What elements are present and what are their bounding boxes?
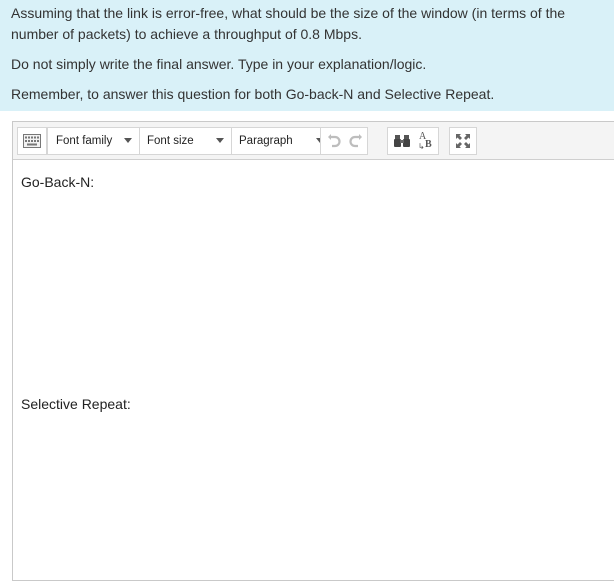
undo-icon xyxy=(328,134,341,148)
find-replace-button[interactable]: A B ↳ xyxy=(414,128,438,154)
history-group xyxy=(320,127,368,155)
question-panel: Assuming that the link is error-free, wh… xyxy=(0,0,614,111)
binoculars-icon xyxy=(394,135,410,147)
chevron-down-icon xyxy=(124,138,132,143)
undo-button[interactable] xyxy=(323,128,345,154)
font-size-dropdown[interactable]: Font size xyxy=(140,128,231,154)
find-button[interactable] xyxy=(390,128,414,154)
reminder-text: Remember, to answer this question for bo… xyxy=(11,86,495,102)
rich-text-editor: Font family Font size Paragraph A B ↳ Go… xyxy=(12,121,614,581)
selective-repeat-label: Selective Repeat: xyxy=(21,396,131,412)
fullscreen-icon xyxy=(454,128,472,154)
question-text-line-1: Assuming that the link is error-free, wh… xyxy=(11,5,566,21)
search-group: A B ↳ xyxy=(387,127,439,155)
find-replace-icon: A B ↳ xyxy=(418,131,432,151)
font-size-label: Font size xyxy=(147,135,194,147)
font-family-label: Font family xyxy=(56,135,113,147)
fullscreen-button[interactable] xyxy=(449,127,477,155)
editor-content-area[interactable]: Go-Back-N: Selective Repeat: xyxy=(13,160,614,580)
redo-icon xyxy=(349,134,362,148)
chevron-down-icon xyxy=(216,138,224,143)
redo-button[interactable] xyxy=(345,128,367,154)
paragraph-label: Paragraph xyxy=(239,135,293,147)
question-text-line-2: number of packets) to achieve a throughp… xyxy=(11,26,362,42)
instruction-text: Do not simply write the final answer. Ty… xyxy=(11,56,427,72)
go-back-n-label: Go-Back-N: xyxy=(21,174,95,190)
paragraph-dropdown[interactable]: Paragraph xyxy=(232,128,324,154)
font-family-dropdown[interactable]: Font family xyxy=(48,128,139,154)
keyboard-icon xyxy=(23,128,43,154)
format-dropdown-group: Font family Font size Paragraph xyxy=(47,127,338,155)
keyboard-button[interactable] xyxy=(17,127,47,155)
editor-toolbar: Font family Font size Paragraph A B ↳ xyxy=(13,122,614,160)
